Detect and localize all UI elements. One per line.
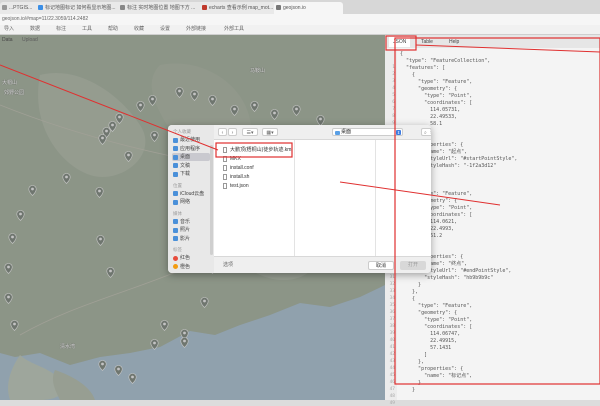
annotation-arrow [0,64,219,151]
annotation-arrow [415,44,600,53]
annotation-box-editor [394,37,600,385]
annotation-box-file [215,142,293,158]
annotation-arrow [339,181,501,206]
line-number: 49 [389,401,395,406]
annotation-layer [0,35,600,385]
